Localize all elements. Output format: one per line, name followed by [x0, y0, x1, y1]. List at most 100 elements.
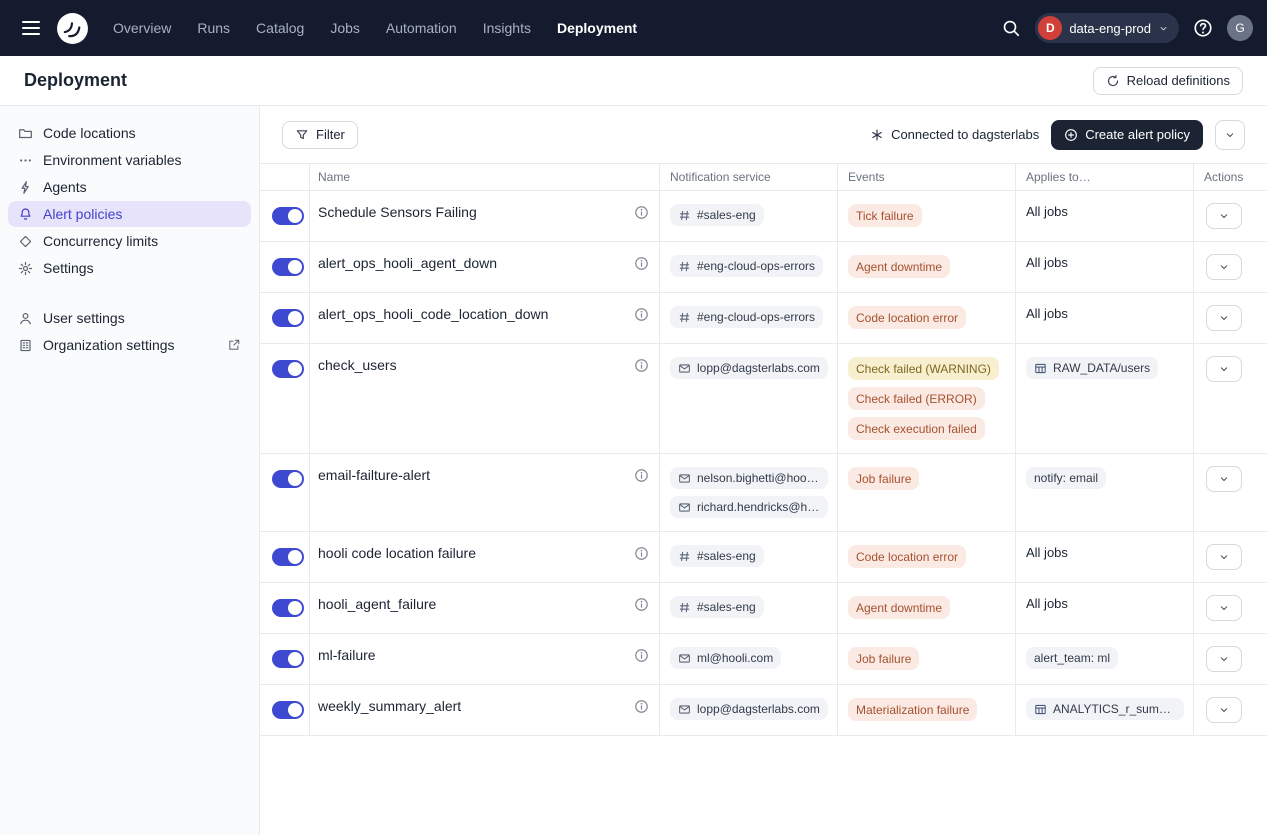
column-header-toggle — [260, 164, 310, 190]
row-actions-button[interactable] — [1206, 544, 1242, 570]
row-actions-button[interactable] — [1206, 356, 1242, 382]
info-icon[interactable] — [634, 546, 649, 561]
nav-item-runs[interactable]: Runs — [197, 20, 230, 36]
service-chip-slack[interactable]: #sales-eng — [670, 204, 764, 226]
policy-enabled-toggle[interactable] — [272, 701, 304, 719]
name-cell: weekly_summary_alert — [310, 685, 660, 735]
policy-enabled-toggle[interactable] — [272, 548, 304, 566]
toggle-cell — [260, 242, 310, 292]
service-label: nelson.bighetti@hooli.co… — [697, 471, 820, 485]
applies-to-cell: All jobs — [1016, 191, 1194, 241]
info-icon[interactable] — [634, 468, 649, 483]
applies-to-label: ANALYTICS_r_summary — [1053, 702, 1176, 716]
service-chip-slack[interactable]: #sales-eng — [670, 596, 764, 618]
policy-enabled-toggle[interactable] — [272, 360, 304, 378]
toggle-cell — [260, 454, 310, 531]
nav-item-overview[interactable]: Overview — [113, 20, 171, 36]
applies-to-cell: All jobs — [1016, 293, 1194, 343]
service-chip-email[interactable]: richard.hendricks@hooli… — [670, 496, 828, 518]
service-chip-email[interactable]: lopp@dagsterlabs.com — [670, 698, 828, 720]
table-header-row: Name Notification service Events Applies… — [260, 164, 1267, 191]
row-actions-button[interactable] — [1206, 466, 1242, 492]
actions-cell — [1194, 634, 1267, 684]
sidebar-item-agents[interactable]: Agents — [8, 174, 251, 200]
policy-enabled-toggle[interactable] — [272, 309, 304, 327]
sidebar-item-code-locations[interactable]: Code locations — [8, 120, 251, 146]
sidebar-item-user-settings[interactable]: User settings — [8, 305, 251, 331]
sidebar-item-environment-variables[interactable]: Environment variables — [8, 147, 251, 173]
info-icon[interactable] — [634, 205, 649, 220]
policy-enabled-toggle[interactable] — [272, 470, 304, 488]
service-chip-slack[interactable]: #eng-cloud-ops-errors — [670, 255, 823, 277]
row-actions-button[interactable] — [1206, 305, 1242, 331]
row-actions-button[interactable] — [1206, 646, 1242, 672]
policy-row: hooli_agent_failure#sales-engAgent downt… — [260, 583, 1267, 634]
info-icon[interactable] — [634, 358, 649, 373]
deployment-switcher[interactable]: D data-eng-prod — [1035, 13, 1179, 43]
applies-to-chip[interactable]: RAW_DATA/users — [1026, 357, 1158, 379]
notification-service-cell: #sales-eng — [660, 532, 838, 582]
applies-to-cell: ANALYTICS_r_summary — [1016, 685, 1194, 735]
service-chip-email[interactable]: ml@hooli.com — [670, 647, 781, 669]
policy-enabled-toggle[interactable] — [272, 650, 304, 668]
events-cell: Tick failure — [838, 191, 1016, 241]
page-title: Deployment — [24, 70, 127, 91]
nav-item-deployment[interactable]: Deployment — [557, 20, 637, 36]
sidebar-item-organization-settings[interactable]: Organization settings — [8, 332, 251, 358]
nav-item-automation[interactable]: Automation — [386, 20, 457, 36]
reload-definitions-button[interactable]: Reload definitions — [1093, 67, 1243, 95]
policy-name: ml-failure — [318, 647, 376, 663]
name-cell: check_users — [310, 344, 660, 453]
applies-to-chip[interactable]: notify: email — [1026, 467, 1106, 489]
info-icon[interactable] — [634, 699, 649, 714]
service-chip-email[interactable]: lopp@dagsterlabs.com — [670, 357, 828, 379]
applies-to-chip[interactable]: ANALYTICS_r_summary — [1026, 698, 1184, 720]
help-icon[interactable] — [1193, 18, 1213, 38]
search-icon[interactable] — [1001, 18, 1021, 38]
folder-icon — [18, 126, 33, 141]
sidebar-item-concurrency-limits[interactable]: Concurrency limits — [8, 228, 251, 254]
policy-enabled-toggle[interactable] — [272, 207, 304, 225]
applies-to-chip[interactable]: alert_team: ml — [1026, 647, 1118, 669]
user-avatar[interactable]: G — [1227, 15, 1253, 41]
policy-enabled-toggle[interactable] — [272, 599, 304, 617]
service-chip-slack[interactable]: #eng-cloud-ops-errors — [670, 306, 823, 328]
info-icon[interactable] — [634, 256, 649, 271]
sidebar-item-alert-policies[interactable]: Alert policies — [8, 201, 251, 227]
row-actions-button[interactable] — [1206, 254, 1242, 280]
topnav: Overview Runs Catalog Jobs Automation Insight… — [0, 0, 1267, 56]
notification-service-cell: #eng-cloud-ops-errors — [660, 293, 838, 343]
policy-enabled-toggle[interactable] — [272, 258, 304, 276]
nav-item-jobs[interactable]: Jobs — [330, 20, 360, 36]
applies-to-text: All jobs — [1026, 545, 1068, 560]
toolbar: Filter Connected to dagsterlabs Create a… — [260, 106, 1267, 163]
sidebar-item-label: Agents — [43, 179, 87, 195]
user-icon — [18, 311, 33, 326]
sidebar-item-settings[interactable]: Settings — [8, 255, 251, 281]
filter-button[interactable]: Filter — [282, 121, 358, 149]
row-actions-button[interactable] — [1206, 697, 1242, 723]
info-icon[interactable] — [634, 597, 649, 612]
dagster-logo-icon[interactable] — [56, 12, 89, 45]
row-actions-button[interactable] — [1206, 595, 1242, 621]
service-label: richard.hendricks@hooli… — [697, 500, 820, 514]
nav-item-catalog[interactable]: Catalog — [256, 20, 304, 36]
events-cell: Job failure — [838, 634, 1016, 684]
policy-name: alert_ops_hooli_code_location_down — [318, 306, 548, 322]
create-alert-policy-button[interactable]: Create alert policy — [1051, 120, 1203, 150]
info-icon[interactable] — [634, 648, 649, 663]
info-icon[interactable] — [634, 307, 649, 322]
service-chip-email[interactable]: nelson.bighetti@hooli.co… — [670, 467, 828, 489]
hamburger-menu-icon[interactable] — [14, 11, 48, 45]
create-policy-dropdown-button[interactable] — [1215, 120, 1245, 150]
service-chip-slack[interactable]: #sales-eng — [670, 545, 764, 567]
notification-service-cell: #sales-eng — [660, 191, 838, 241]
event-tag: Check execution failed — [848, 417, 985, 440]
row-actions-button[interactable] — [1206, 203, 1242, 229]
column-header-applies: Applies to… — [1016, 164, 1194, 190]
notification-service-cell: ml@hooli.com — [660, 634, 838, 684]
table-body: Schedule Sensors Failing#sales-engTick f… — [260, 191, 1267, 736]
email-icon — [678, 703, 691, 716]
nav-item-insights[interactable]: Insights — [483, 20, 531, 36]
chevron-down-icon — [1218, 210, 1230, 222]
